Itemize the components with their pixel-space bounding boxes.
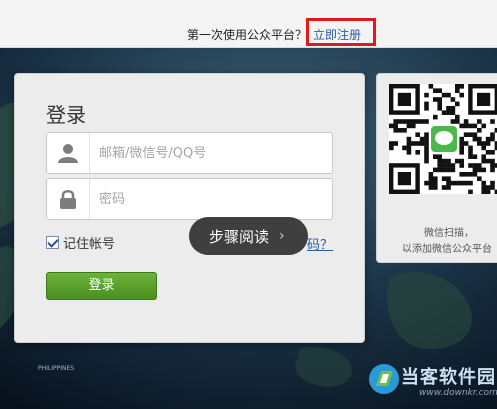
wechat-icon: [429, 124, 459, 154]
qr-panel: 微信扫描， 以添加微信公众平台: [376, 73, 497, 263]
user-icon: [58, 144, 78, 163]
username-field[interactable]: [46, 132, 333, 174]
watermark: 当客软件园 www.downkr.com: [367, 360, 497, 406]
watermark-title: 当客软件园: [401, 367, 496, 388]
login-button[interactable]: 登录: [46, 272, 157, 300]
password-input[interactable]: [99, 189, 319, 209]
site-logo-icon: [369, 364, 399, 394]
qr-code: [389, 84, 497, 194]
password-field[interactable]: [46, 178, 333, 220]
forgot-password-link[interactable]: 码？: [307, 234, 333, 253]
register-link[interactable]: 立即注册: [313, 26, 361, 43]
lock-icon: [60, 190, 76, 209]
step-reading-button[interactable]: 步骤阅读 ›: [189, 217, 308, 255]
first-time-prompt: 第一次使用公众平台？: [187, 28, 308, 42]
remember-checkbox[interactable]: [46, 235, 59, 249]
top-bar: 第一次使用公众平台？ 立即注册: [0, 0, 497, 48]
login-title: 登录: [46, 103, 86, 127]
qr-caption-line2: 以添加微信公众平台: [402, 244, 492, 255]
username-input[interactable]: [99, 143, 319, 163]
remember-account[interactable]: 记住帐号: [46, 234, 116, 252]
chevron-right-icon: ›: [279, 228, 285, 244]
map-label-philippines: PHILIPPINES: [38, 365, 74, 372]
step-reading-label: 步骤阅读: [209, 227, 270, 246]
qr-caption-line1: 微信扫描，: [424, 228, 474, 239]
remember-label: 记住帐号: [63, 236, 116, 252]
field-divider: [89, 179, 90, 219]
field-divider: [89, 133, 90, 173]
login-panel: 登录 记住帐号 码？ 登录: [14, 73, 365, 343]
watermark-url: www.downkr.com: [419, 388, 497, 398]
